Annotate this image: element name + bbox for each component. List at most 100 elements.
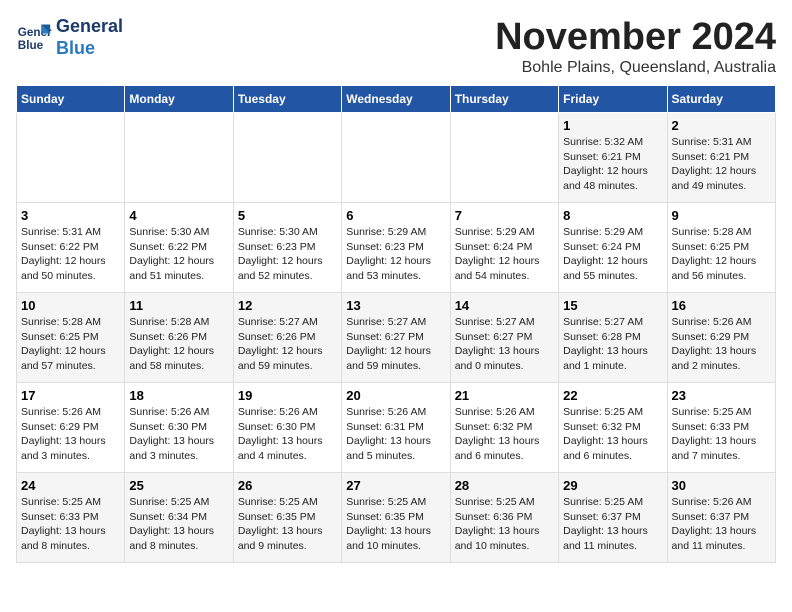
day-number: 8 bbox=[563, 208, 662, 223]
day-cell: 26 Sunrise: 5:25 AM Sunset: 6:35 PM Dayli… bbox=[233, 473, 341, 563]
day-cell: 11 Sunrise: 5:28 AM Sunset: 6:26 PM Dayli… bbox=[125, 293, 233, 383]
month-title: November 2024 bbox=[495, 16, 776, 59]
day-info: Sunrise: 5:26 AM Sunset: 6:30 PM Dayligh… bbox=[129, 405, 228, 464]
day-cell: 7 Sunrise: 5:29 AM Sunset: 6:24 PM Daylig… bbox=[450, 203, 558, 293]
day-cell: 20 Sunrise: 5:26 AM Sunset: 6:31 PM Dayli… bbox=[342, 383, 450, 473]
col-header-tuesday: Tuesday bbox=[233, 86, 341, 113]
col-header-wednesday: Wednesday bbox=[342, 86, 450, 113]
header-row: SundayMondayTuesdayWednesdayThursdayFrid… bbox=[17, 86, 776, 113]
day-info: Sunrise: 5:27 AM Sunset: 6:27 PM Dayligh… bbox=[455, 315, 554, 374]
day-info: Sunrise: 5:31 AM Sunset: 6:22 PM Dayligh… bbox=[21, 225, 120, 284]
col-header-monday: Monday bbox=[125, 86, 233, 113]
page-header: General Blue General Blue November 2024 … bbox=[16, 16, 776, 77]
day-info: Sunrise: 5:29 AM Sunset: 6:23 PM Dayligh… bbox=[346, 225, 445, 284]
day-info: Sunrise: 5:28 AM Sunset: 6:26 PM Dayligh… bbox=[129, 315, 228, 374]
day-info: Sunrise: 5:30 AM Sunset: 6:23 PM Dayligh… bbox=[238, 225, 337, 284]
logo-text-line2: Blue bbox=[56, 38, 123, 60]
day-cell: 24Sunrise: 5:25 AM Sunset: 6:33 PM Dayli… bbox=[17, 473, 125, 563]
week-row-2: 3 Sunrise: 5:31 AM Sunset: 6:22 PM Daylig… bbox=[17, 203, 776, 293]
day-cell: 23 Sunrise: 5:25 AM Sunset: 6:33 PM Dayli… bbox=[667, 383, 775, 473]
day-cell: 4 Sunrise: 5:30 AM Sunset: 6:22 PM Daylig… bbox=[125, 203, 233, 293]
day-number: 22 bbox=[563, 388, 662, 403]
day-number: 2 bbox=[672, 118, 771, 133]
day-cell: 17Sunrise: 5:26 AM Sunset: 6:29 PM Dayli… bbox=[17, 383, 125, 473]
day-number: 23 bbox=[672, 388, 771, 403]
day-info: Sunrise: 5:27 AM Sunset: 6:27 PM Dayligh… bbox=[346, 315, 445, 374]
day-cell bbox=[233, 113, 341, 203]
day-info: Sunrise: 5:25 AM Sunset: 6:33 PM Dayligh… bbox=[672, 405, 771, 464]
day-info: Sunrise: 5:25 AM Sunset: 6:35 PM Dayligh… bbox=[346, 495, 445, 554]
day-number: 13 bbox=[346, 298, 445, 313]
day-info: Sunrise: 5:29 AM Sunset: 6:24 PM Dayligh… bbox=[563, 225, 662, 284]
day-cell: 5 Sunrise: 5:30 AM Sunset: 6:23 PM Daylig… bbox=[233, 203, 341, 293]
day-info: Sunrise: 5:25 AM Sunset: 6:36 PM Dayligh… bbox=[455, 495, 554, 554]
day-number: 9 bbox=[672, 208, 771, 223]
title-block: November 2024 Bohle Plains, Queensland, … bbox=[495, 16, 776, 77]
day-cell bbox=[450, 113, 558, 203]
day-number: 20 bbox=[346, 388, 445, 403]
calendar-table: SundayMondayTuesdayWednesdayThursdayFrid… bbox=[16, 85, 776, 563]
day-number: 6 bbox=[346, 208, 445, 223]
day-cell bbox=[125, 113, 233, 203]
day-cell: 28 Sunrise: 5:25 AM Sunset: 6:36 PM Dayli… bbox=[450, 473, 558, 563]
day-cell bbox=[17, 113, 125, 203]
day-cell: 22 Sunrise: 5:25 AM Sunset: 6:32 PM Dayli… bbox=[559, 383, 667, 473]
day-info: Sunrise: 5:27 AM Sunset: 6:28 PM Dayligh… bbox=[563, 315, 662, 374]
day-number: 19 bbox=[238, 388, 337, 403]
day-number: 26 bbox=[238, 478, 337, 493]
day-cell: 9Sunrise: 5:28 AM Sunset: 6:25 PM Daylig… bbox=[667, 203, 775, 293]
day-cell: 19 Sunrise: 5:26 AM Sunset: 6:30 PM Dayli… bbox=[233, 383, 341, 473]
day-number: 28 bbox=[455, 478, 554, 493]
day-number: 5 bbox=[238, 208, 337, 223]
day-number: 24 bbox=[21, 478, 120, 493]
day-cell: 25Sunrise: 5:25 AM Sunset: 6:34 PM Dayli… bbox=[125, 473, 233, 563]
day-number: 18 bbox=[129, 388, 228, 403]
location-title: Bohle Plains, Queensland, Australia bbox=[495, 59, 776, 77]
day-cell: 29 Sunrise: 5:25 AM Sunset: 6:37 PM Dayli… bbox=[559, 473, 667, 563]
day-cell: 8 Sunrise: 5:29 AM Sunset: 6:24 PM Daylig… bbox=[559, 203, 667, 293]
day-number: 3 bbox=[21, 208, 120, 223]
day-number: 27 bbox=[346, 478, 445, 493]
col-header-saturday: Saturday bbox=[667, 86, 775, 113]
day-info: Sunrise: 5:26 AM Sunset: 6:32 PM Dayligh… bbox=[455, 405, 554, 464]
day-number: 17 bbox=[21, 388, 120, 403]
day-info: Sunrise: 5:26 AM Sunset: 6:30 PM Dayligh… bbox=[238, 405, 337, 464]
svg-text:Blue: Blue bbox=[18, 38, 44, 51]
day-cell: 21 Sunrise: 5:26 AM Sunset: 6:32 PM Dayli… bbox=[450, 383, 558, 473]
day-info: Sunrise: 5:25 AM Sunset: 6:32 PM Dayligh… bbox=[563, 405, 662, 464]
day-info: Sunrise: 5:30 AM Sunset: 6:22 PM Dayligh… bbox=[129, 225, 228, 284]
day-number: 15 bbox=[563, 298, 662, 313]
day-number: 14 bbox=[455, 298, 554, 313]
day-info: Sunrise: 5:27 AM Sunset: 6:26 PM Dayligh… bbox=[238, 315, 337, 374]
day-info: Sunrise: 5:26 AM Sunset: 6:37 PM Dayligh… bbox=[672, 495, 771, 554]
day-cell: 2Sunrise: 5:31 AM Sunset: 6:21 PM Daylig… bbox=[667, 113, 775, 203]
day-info: Sunrise: 5:29 AM Sunset: 6:24 PM Dayligh… bbox=[455, 225, 554, 284]
logo: General Blue General Blue bbox=[16, 16, 123, 59]
day-number: 29 bbox=[563, 478, 662, 493]
col-header-sunday: Sunday bbox=[17, 86, 125, 113]
day-cell: 14 Sunrise: 5:27 AM Sunset: 6:27 PM Dayli… bbox=[450, 293, 558, 383]
day-cell: 27 Sunrise: 5:25 AM Sunset: 6:35 PM Dayli… bbox=[342, 473, 450, 563]
day-number: 4 bbox=[129, 208, 228, 223]
day-cell: 10Sunrise: 5:28 AM Sunset: 6:25 PM Dayli… bbox=[17, 293, 125, 383]
day-info: Sunrise: 5:25 AM Sunset: 6:34 PM Dayligh… bbox=[129, 495, 228, 554]
logo-icon: General Blue bbox=[16, 20, 52, 56]
day-cell: 18 Sunrise: 5:26 AM Sunset: 6:30 PM Dayli… bbox=[125, 383, 233, 473]
day-number: 7 bbox=[455, 208, 554, 223]
day-cell: 13 Sunrise: 5:27 AM Sunset: 6:27 PM Dayli… bbox=[342, 293, 450, 383]
day-cell: 15 Sunrise: 5:27 AM Sunset: 6:28 PM Dayli… bbox=[559, 293, 667, 383]
day-cell: 12 Sunrise: 5:27 AM Sunset: 6:26 PM Dayli… bbox=[233, 293, 341, 383]
day-cell: 6 Sunrise: 5:29 AM Sunset: 6:23 PM Daylig… bbox=[342, 203, 450, 293]
day-cell: 30 Sunrise: 5:26 AM Sunset: 6:37 PM Dayli… bbox=[667, 473, 775, 563]
week-row-5: 24Sunrise: 5:25 AM Sunset: 6:33 PM Dayli… bbox=[17, 473, 776, 563]
day-cell: 16Sunrise: 5:26 AM Sunset: 6:29 PM Dayli… bbox=[667, 293, 775, 383]
day-info: Sunrise: 5:26 AM Sunset: 6:31 PM Dayligh… bbox=[346, 405, 445, 464]
day-number: 11 bbox=[129, 298, 228, 313]
col-header-friday: Friday bbox=[559, 86, 667, 113]
day-number: 30 bbox=[672, 478, 771, 493]
day-info: Sunrise: 5:25 AM Sunset: 6:35 PM Dayligh… bbox=[238, 495, 337, 554]
day-number: 21 bbox=[455, 388, 554, 403]
week-row-3: 10Sunrise: 5:28 AM Sunset: 6:25 PM Dayli… bbox=[17, 293, 776, 383]
day-info: Sunrise: 5:25 AM Sunset: 6:37 PM Dayligh… bbox=[563, 495, 662, 554]
day-number: 12 bbox=[238, 298, 337, 313]
